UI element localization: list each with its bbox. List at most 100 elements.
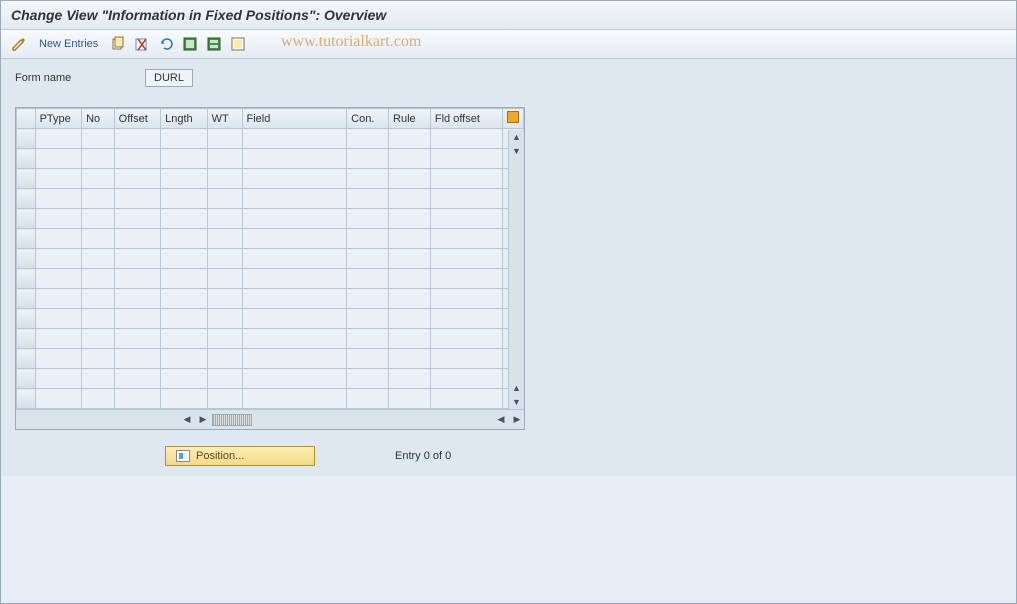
grid-cell[interactable] [207, 269, 242, 289]
grid-cell[interactable] [389, 349, 431, 369]
row-selector[interactable] [17, 169, 36, 189]
grid-cell[interactable] [114, 209, 161, 229]
grid-cell[interactable] [82, 269, 115, 289]
table-row[interactable] [17, 209, 524, 229]
grid-cell[interactable] [35, 289, 82, 309]
grid-cell[interactable] [35, 269, 82, 289]
grid-cell[interactable] [35, 349, 82, 369]
grid-cell[interactable] [82, 389, 115, 409]
table-row[interactable] [17, 169, 524, 189]
grid-cell[interactable] [161, 269, 208, 289]
grid-cell[interactable] [35, 309, 82, 329]
grid-cell[interactable] [347, 329, 389, 349]
grid-cell[interactable] [82, 229, 115, 249]
grid-cell[interactable] [82, 309, 115, 329]
col-field[interactable]: Field [242, 109, 347, 129]
grid-cell[interactable] [161, 229, 208, 249]
col-rule[interactable]: Rule [389, 109, 431, 129]
grid-cell[interactable] [430, 249, 502, 269]
grid-cell[interactable] [430, 289, 502, 309]
grid-cell[interactable] [242, 129, 347, 149]
grid-cell[interactable] [35, 129, 82, 149]
grid-cell[interactable] [35, 249, 82, 269]
undo-change-icon[interactable] [156, 34, 176, 54]
grid-cell[interactable] [242, 349, 347, 369]
grid-cell[interactable] [161, 249, 208, 269]
deselect-all-icon[interactable] [228, 34, 248, 54]
grid-cell[interactable] [347, 389, 389, 409]
grid-cell[interactable] [389, 369, 431, 389]
hscroll-right2-icon[interactable]: ▶ [510, 413, 524, 427]
grid-cell[interactable] [161, 149, 208, 169]
row-selector[interactable] [17, 389, 36, 409]
grid-cell[interactable] [114, 229, 161, 249]
grid-cell[interactable] [347, 129, 389, 149]
grid-cell[interactable] [35, 329, 82, 349]
row-selector[interactable] [17, 229, 36, 249]
grid-cell[interactable] [114, 269, 161, 289]
grid-cell[interactable] [242, 329, 347, 349]
table-row[interactable] [17, 129, 524, 149]
grid-cell[interactable] [114, 249, 161, 269]
scroll-down2-icon[interactable]: ▲ [510, 381, 524, 395]
grid-cell[interactable] [242, 369, 347, 389]
grid-cell[interactable] [430, 309, 502, 329]
grid-table[interactable]: PType No Offset Lngth WT Field Con. Rule… [16, 108, 524, 409]
grid-cell[interactable] [207, 229, 242, 249]
grid-cell[interactable] [389, 329, 431, 349]
grid-cell[interactable] [389, 209, 431, 229]
grid-cell[interactable] [389, 229, 431, 249]
table-row[interactable] [17, 269, 524, 289]
grid-cell[interactable] [430, 169, 502, 189]
row-selector[interactable] [17, 129, 36, 149]
grid-cell[interactable] [207, 329, 242, 349]
grid-cell[interactable] [207, 309, 242, 329]
grid-cell[interactable] [161, 289, 208, 309]
grid-cell[interactable] [347, 289, 389, 309]
grid-cell[interactable] [114, 129, 161, 149]
hscroll-right-icon[interactable]: ▶ [196, 413, 210, 427]
table-row[interactable] [17, 349, 524, 369]
grid-corner[interactable] [17, 109, 36, 129]
grid-cell[interactable] [114, 289, 161, 309]
grid-cell[interactable] [82, 329, 115, 349]
grid-cell[interactable] [430, 349, 502, 369]
scroll-up-icon[interactable]: ▲ [510, 130, 524, 144]
grid-cell[interactable] [389, 389, 431, 409]
col-lngth[interactable]: Lngth [161, 109, 208, 129]
vertical-scrollbar[interactable]: ▲ ▼ ▲ ▼ [508, 130, 524, 409]
grid-cell[interactable] [35, 189, 82, 209]
grid-cell[interactable] [207, 189, 242, 209]
grid-cell[interactable] [430, 229, 502, 249]
grid-cell[interactable] [242, 209, 347, 229]
hscroll-left-icon[interactable]: ◀ [180, 413, 194, 427]
grid-cell[interactable] [347, 209, 389, 229]
grid-cell[interactable] [389, 129, 431, 149]
grid-cell[interactable] [35, 369, 82, 389]
grid-cell[interactable] [114, 329, 161, 349]
grid-cell[interactable] [242, 249, 347, 269]
grid-cell[interactable] [430, 329, 502, 349]
horizontal-scrollbar[interactable]: ◀ ▶ ◀ ▶ [16, 409, 524, 429]
grid-cell[interactable] [430, 369, 502, 389]
grid-cell[interactable] [242, 309, 347, 329]
grid-cell[interactable] [242, 229, 347, 249]
grid-cell[interactable] [35, 229, 82, 249]
grid-cell[interactable] [207, 389, 242, 409]
grid-cell[interactable] [347, 189, 389, 209]
select-all-icon[interactable] [180, 34, 200, 54]
grid-cell[interactable] [114, 149, 161, 169]
grid-configure-button[interactable] [502, 109, 523, 129]
scroll-up2-icon[interactable]: ▼ [510, 144, 524, 158]
col-offset[interactable]: Offset [114, 109, 161, 129]
table-row[interactable] [17, 389, 524, 409]
grid-cell[interactable] [114, 389, 161, 409]
table-row[interactable] [17, 229, 524, 249]
grid-cell[interactable] [114, 189, 161, 209]
grid-cell[interactable] [347, 229, 389, 249]
copy-as-icon[interactable] [108, 34, 128, 54]
grid-cell[interactable] [389, 149, 431, 169]
row-selector[interactable] [17, 209, 36, 229]
table-row[interactable] [17, 189, 524, 209]
toggle-change-icon[interactable] [9, 34, 29, 54]
